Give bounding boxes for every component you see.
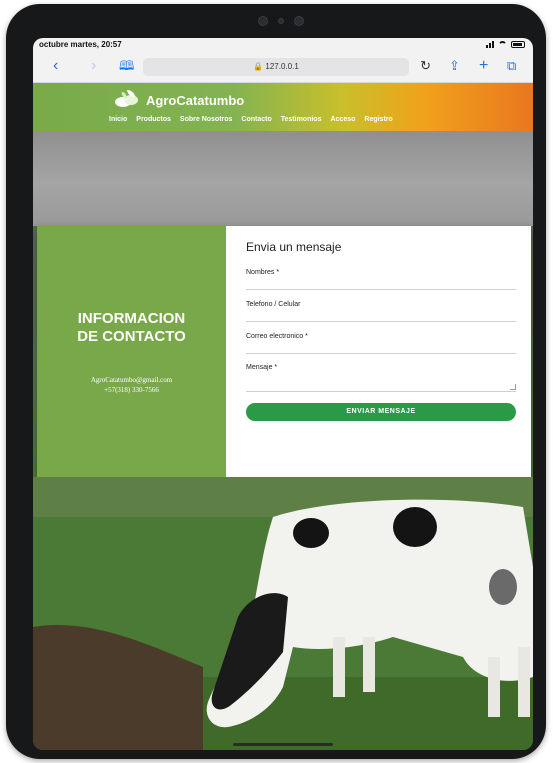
main-nav: Inicio Productos Sobre Nosotros Contacto…	[109, 116, 393, 123]
web-page: AgroCatatumbo Inicio Productos Sobre Nos…	[33, 83, 533, 750]
tablet-frame: octubre martes, 20:57 ‹ › 🕮 AA 🔒 127.0.0…	[6, 4, 546, 759]
resize-handle-icon[interactable]	[510, 384, 516, 390]
hero-banner	[33, 131, 533, 226]
nav-acceso[interactable]: Acceso	[330, 116, 355, 123]
contact-info-panel: INFORMACION DE CONTACTO AgroCatatumbo@gm…	[37, 226, 226, 477]
contact-card: INFORMACION DE CONTACTO AgroCatatumbo@gm…	[37, 226, 531, 477]
signal-icon	[486, 40, 494, 48]
camera-icon	[294, 16, 304, 26]
contact-info-title: INFORMACION DE CONTACTO	[37, 310, 226, 346]
message-field[interactable]	[246, 369, 516, 392]
phone-label: Telefono / Celular	[246, 301, 301, 308]
wifi-icon	[498, 41, 507, 47]
contact-info-title-line1: INFORMACION	[77, 310, 186, 327]
contact-email: AgroCatatumbo@gmail.com	[90, 376, 173, 384]
screen: octubre martes, 20:57 ‹ › 🕮 AA 🔒 127.0.0…	[33, 38, 533, 750]
sensor-icon	[278, 18, 284, 24]
email-field[interactable]	[246, 353, 516, 354]
address-text: 🔒 127.0.0.1	[253, 62, 299, 71]
nav-registro[interactable]: Registro	[364, 116, 392, 123]
contact-phone: +57(318) 330-7566	[104, 386, 159, 394]
status-time: octubre martes, 20:57	[39, 40, 122, 49]
tabs-icon[interactable]: ⧉	[507, 56, 516, 76]
name-field[interactable]	[246, 289, 516, 290]
status-bar: octubre martes, 20:57	[33, 38, 533, 52]
share-icon[interactable]: ⇪	[449, 56, 460, 76]
name-label: Nombres *	[246, 269, 280, 276]
camera-bar	[226, 14, 336, 28]
phone-field[interactable]	[246, 321, 516, 322]
message-form: Envia un mensaje Nombres * Telefono / Ce…	[226, 226, 531, 477]
form-title: Envia un mensaje	[246, 240, 342, 254]
nav-inicio[interactable]: Inicio	[109, 116, 127, 123]
system-icons	[486, 40, 525, 48]
brand-name[interactable]: AgroCatatumbo	[146, 93, 244, 108]
contact-info-title-line2: DE CONTACTO	[77, 328, 186, 345]
address-bar[interactable]: 🔒 127.0.0.1 ↻	[143, 58, 431, 76]
reload-icon[interactable]: ↻	[420, 58, 431, 74]
nav-contacto[interactable]: Contacto	[241, 116, 271, 123]
nav-sobre-nosotros[interactable]: Sobre Nosotros	[180, 116, 233, 123]
bookmarks-icon[interactable]: 🕮	[119, 56, 134, 76]
nav-testimonios[interactable]: Testimonios	[281, 116, 322, 123]
nav-productos[interactable]: Productos	[136, 116, 171, 123]
site-header: AgroCatatumbo Inicio Productos Sobre Nos…	[33, 83, 533, 131]
logo-icon[interactable]	[113, 88, 141, 110]
new-tab-icon[interactable]: +	[479, 56, 488, 76]
camera-icon	[258, 16, 268, 26]
forward-icon[interactable]: ›	[91, 56, 96, 76]
address-value: 127.0.0.1	[265, 62, 299, 71]
back-icon[interactable]: ‹	[53, 56, 58, 76]
home-indicator[interactable]	[233, 743, 333, 746]
send-message-button[interactable]: ENVIAR MENSAJE	[246, 403, 516, 421]
battery-icon	[511, 40, 525, 48]
cow-photo	[33, 477, 533, 750]
email-label: Correo electronico *	[246, 333, 308, 340]
browser-toolbar: ‹ › 🕮 AA 🔒 127.0.0.1 ↻ ⇪ + ⧉	[33, 52, 533, 83]
